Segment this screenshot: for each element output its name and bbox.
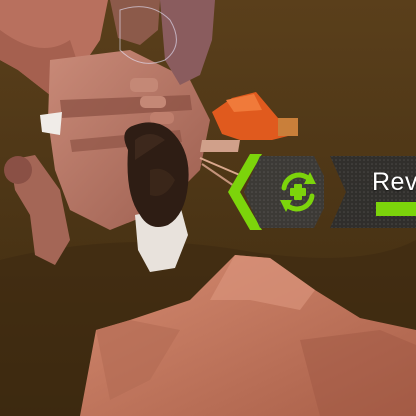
revive-icon [280, 172, 316, 212]
revive-label: Revi [372, 168, 416, 196]
revive-progress-bar [376, 202, 416, 216]
revive-progress-fill [376, 202, 416, 216]
